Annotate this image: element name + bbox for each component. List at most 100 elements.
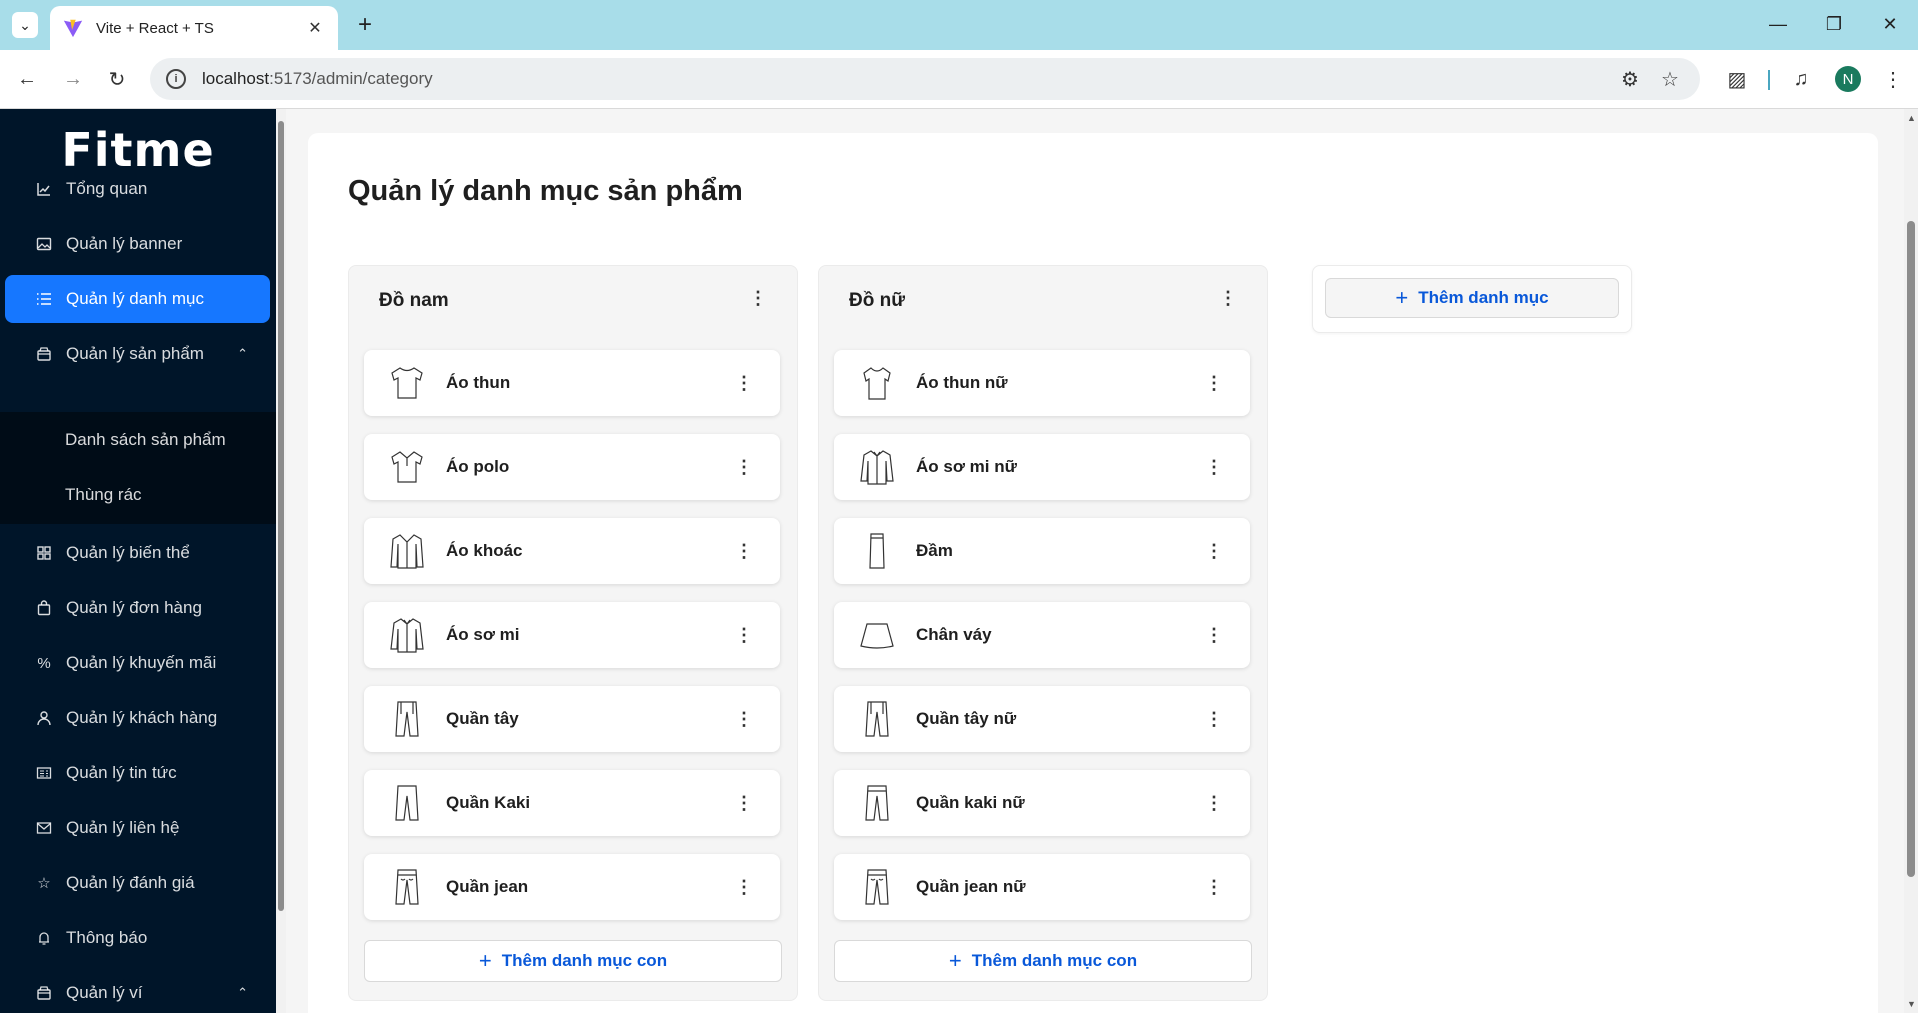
profile-avatar[interactable]: N <box>1835 66 1861 92</box>
more-options-icon[interactable]: ⋮ <box>749 288 767 309</box>
close-window-button[interactable]: ✕ <box>1870 8 1910 40</box>
subcategory-label: Quần tây <box>446 709 519 728</box>
sidebar-item-orders[interactable]: Quản lý đơn hàng <box>5 584 270 632</box>
new-tab-button[interactable]: + <box>352 11 378 38</box>
more-options-icon[interactable]: ⋮ <box>1204 625 1224 646</box>
sidebar-item-reviews[interactable]: ☆ Quản lý đánh giá <box>5 859 270 907</box>
subcategory-card[interactable]: Quần jean nữ ⋮ <box>834 854 1250 920</box>
subcategory-card[interactable]: Quần tây nữ ⋮ <box>834 686 1250 752</box>
subcategory-card[interactable]: Đầm ⋮ <box>834 518 1250 584</box>
sidebar-item-banner[interactable]: Quản lý banner <box>5 220 270 268</box>
more-options-icon[interactable]: ⋮ <box>1204 373 1224 394</box>
add-category-button[interactable]: + Thêm danh mục <box>1325 278 1619 318</box>
subcategory-card[interactable]: Quần Kaki ⋮ <box>364 770 780 836</box>
url-text: localhost:5173/admin/category <box>202 69 433 88</box>
more-options-icon[interactable]: ⋮ <box>734 793 754 814</box>
subcategory-card[interactable]: Chân váy ⋮ <box>834 602 1250 668</box>
more-options-icon[interactable]: ⋮ <box>734 625 754 646</box>
wallet-icon <box>34 983 54 1003</box>
sidebar-item-label: Quản lý danh mục <box>66 289 204 308</box>
minimize-button[interactable]: — <box>1758 8 1798 40</box>
category-column-men: Đồ nam ⋮ Áo thun ⋮ Áo polo ⋮ Áo khoác ⋮ … <box>348 265 798 1001</box>
reload-button[interactable]: ↻ <box>102 64 132 94</box>
subcategory-card[interactable]: Quần tây ⋮ <box>364 686 780 752</box>
sidebar-subitem-product-list[interactable]: Danh sách sản phẩm <box>65 416 226 464</box>
subcategory-card[interactable]: Áo sơ mi ⋮ <box>364 602 780 668</box>
category-title: Đồ nam <box>379 290 449 311</box>
more-options-icon[interactable]: ⋮ <box>1204 793 1224 814</box>
sidebar-item-label: Quản lý đơn hàng <box>66 598 202 617</box>
subcategory-card[interactable]: Áo thun nữ ⋮ <box>834 350 1250 416</box>
jacket-icon <box>390 534 424 569</box>
site-info-icon[interactable]: i <box>166 69 186 89</box>
extensions-icon[interactable]: ▨ <box>1722 64 1752 94</box>
sidebar-subitem-trash[interactable]: Thùng rác <box>65 471 142 519</box>
blouse-icon <box>860 450 894 485</box>
more-options-icon[interactable]: ⋮ <box>1204 541 1224 562</box>
subcategory-card[interactable]: Quần kaki nữ ⋮ <box>834 770 1250 836</box>
more-options-icon[interactable]: ⋮ <box>734 457 754 478</box>
skirt-icon <box>860 623 894 649</box>
vite-logo-icon <box>63 19 83 38</box>
bookmark-star-icon[interactable]: ☆ <box>1650 64 1690 94</box>
sidebar-item-variants[interactable]: Quản lý biến thể <box>5 529 270 577</box>
sidebar-scrollbar-thumb[interactable] <box>278 121 284 911</box>
main-content: Quản lý danh mục sản phẩm Đồ nam ⋮ Áo th… <box>286 109 1904 1033</box>
scroll-up-arrow-icon[interactable]: ▲ <box>1907 113 1916 123</box>
password-key-icon[interactable]: ⚙ <box>1610 64 1650 94</box>
sidebar: Fitme Tổng quan Quản lý banner Quản lý d… <box>0 109 276 1013</box>
bag-icon <box>34 598 54 618</box>
sidebar-item-label: Thông báo <box>66 928 148 947</box>
khaki-pants-icon <box>395 785 419 821</box>
browser-menu-icon[interactable]: ⋮ <box>1878 64 1908 94</box>
add-subcategory-button[interactable]: + Thêm danh mục con <box>364 940 782 982</box>
subcategory-card[interactable]: Áo khoác ⋮ <box>364 518 780 584</box>
sidebar-item-wallet[interactable]: Quản lý ví ⌃ <box>5 969 270 1013</box>
more-options-icon[interactable]: ⋮ <box>734 709 754 730</box>
subcategory-label: Quần tây nữ <box>916 709 1017 728</box>
tshirt-icon <box>391 367 423 399</box>
more-options-icon[interactable]: ⋮ <box>1204 877 1224 898</box>
dress-icon <box>869 533 885 569</box>
category-column-women: Đồ nữ ⋮ Áo thun nữ ⋮ Áo sơ mi nữ ⋮ Đầm ⋮… <box>818 265 1268 1001</box>
more-options-icon[interactable]: ⋮ <box>1204 709 1224 730</box>
sidebar-item-customers[interactable]: Quản lý khách hàng <box>5 694 270 742</box>
sidebar-item-news[interactable]: Quản lý tin tức <box>5 749 270 797</box>
tab-search-button[interactable]: ⌄ <box>12 12 38 38</box>
add-subcategory-button[interactable]: + Thêm danh mục con <box>834 940 1252 982</box>
tab-close-icon[interactable]: ✕ <box>304 17 326 39</box>
page-scrollbar[interactable]: ▲ ▼ <box>1904 109 1918 1013</box>
subcategory-card[interactable]: Quần jean ⋮ <box>364 854 780 920</box>
sidebar-item-products[interactable]: Quản lý sản phẩm ⌃ <box>5 330 270 378</box>
category-title: Đồ nữ <box>849 290 905 311</box>
sidebar-scrollbar[interactable] <box>276 109 286 1013</box>
sidebar-item-label: Tổng quan <box>66 179 148 198</box>
back-button[interactable]: ← <box>12 64 42 94</box>
media-control-icon[interactable]: ♫ <box>1786 64 1816 94</box>
sidebar-item-label: Quản lý biến thể <box>66 543 190 562</box>
more-options-icon[interactable]: ⋮ <box>1204 457 1224 478</box>
restore-button[interactable]: ❐ <box>1814 8 1854 40</box>
subcategory-card[interactable]: Áo polo ⋮ <box>364 434 780 500</box>
jeans-icon <box>395 869 419 905</box>
more-options-icon[interactable]: ⋮ <box>734 877 754 898</box>
sidebar-item-contacts[interactable]: Quản lý liên hệ <box>5 804 270 852</box>
polo-shirt-icon <box>391 451 423 483</box>
forward-button[interactable]: → <box>58 64 88 94</box>
more-options-icon[interactable]: ⋮ <box>1219 288 1237 309</box>
subcategory-card[interactable]: Áo thun ⋮ <box>364 350 780 416</box>
sidebar-item-notifications[interactable]: Thông báo <box>5 914 270 962</box>
more-options-icon[interactable]: ⋮ <box>734 541 754 562</box>
scroll-down-arrow-icon[interactable]: ▼ <box>1907 999 1916 1009</box>
sidebar-item-overview[interactable]: Tổng quan <box>5 165 270 213</box>
add-category-panel: + Thêm danh mục <box>1312 265 1632 333</box>
sidebar-item-promotions[interactable]: % Quản lý khuyến mãi <box>5 639 270 687</box>
star-icon: ☆ <box>37 875 51 892</box>
page-scrollbar-thumb[interactable] <box>1907 221 1915 877</box>
browser-tab[interactable]: Vite + React + TS ✕ <box>50 6 338 50</box>
url-field[interactable]: i localhost:5173/admin/category ⚙ ☆ <box>150 58 1700 100</box>
sidebar-item-category[interactable]: Quản lý danh mục <box>5 275 270 323</box>
more-options-icon[interactable]: ⋮ <box>734 373 754 394</box>
sidebar-item-label: Quản lý sản phẩm <box>66 344 204 363</box>
subcategory-card[interactable]: Áo sơ mi nữ ⋮ <box>834 434 1250 500</box>
